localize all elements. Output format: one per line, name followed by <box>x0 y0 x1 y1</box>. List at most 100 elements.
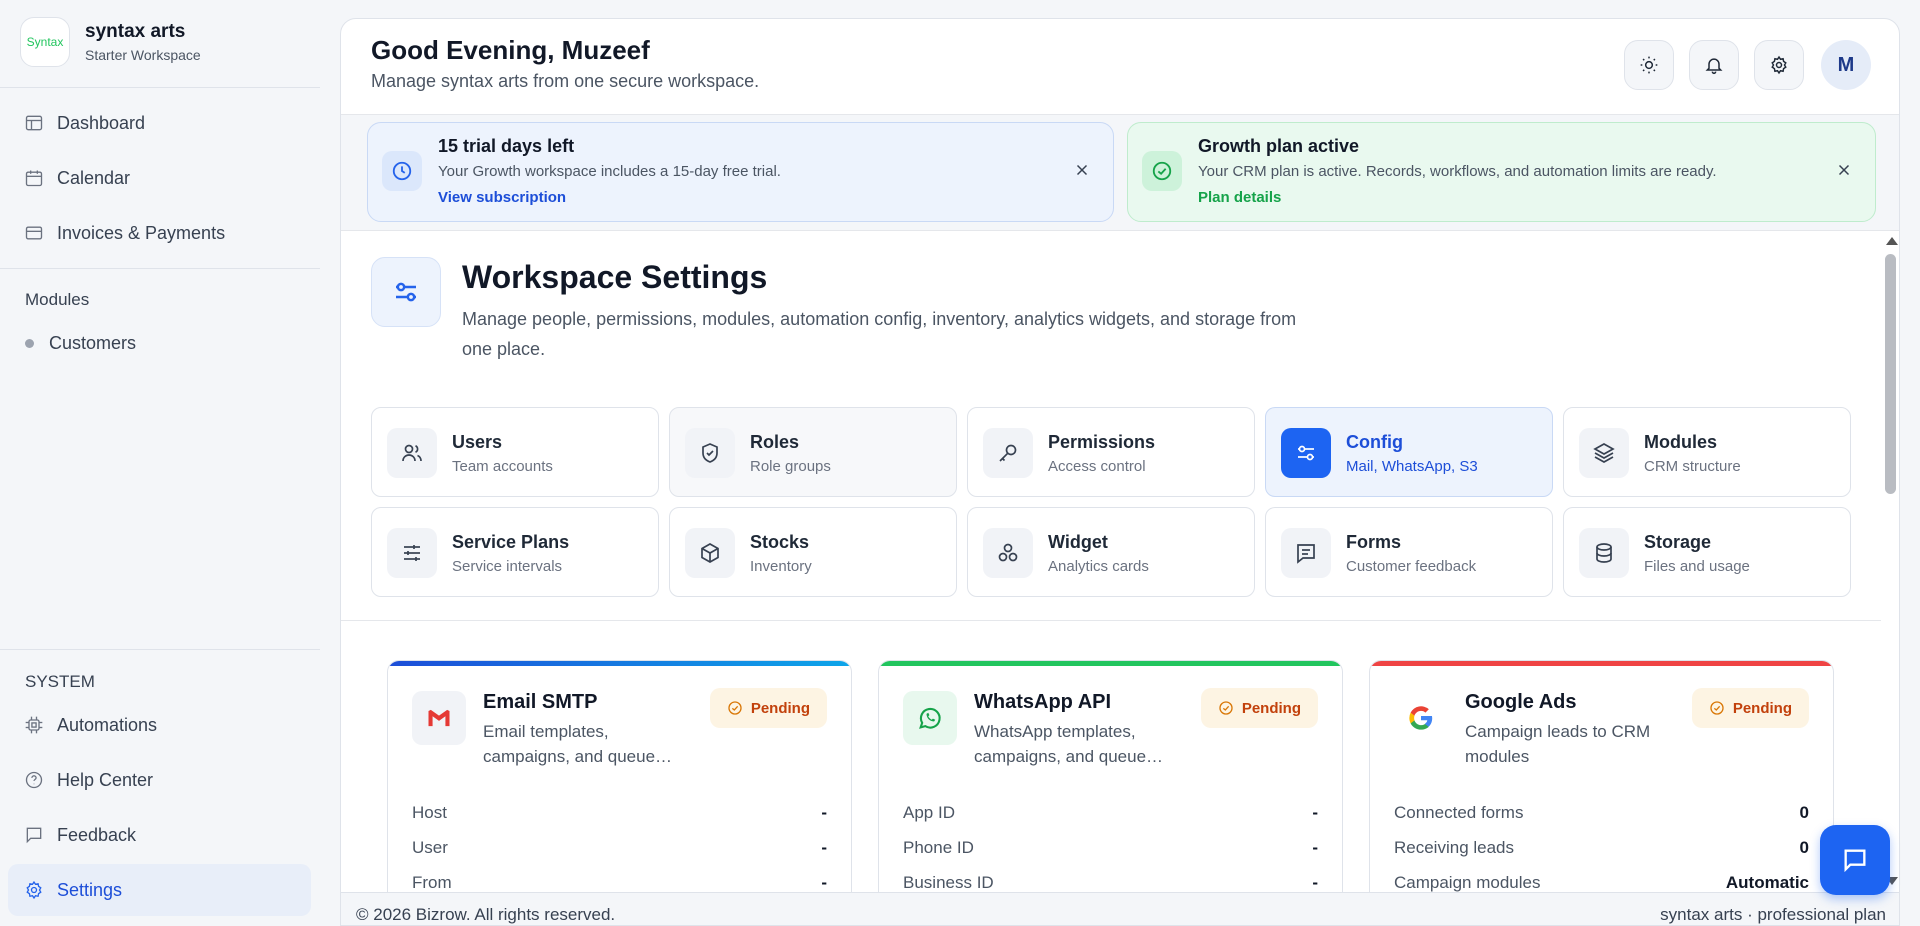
tile-subtitle: Access control <box>1048 458 1146 475</box>
card-row: Host - <box>412 803 827 822</box>
whatsapp-icon <box>903 691 957 745</box>
tile-title: Storage <box>1644 532 1712 552</box>
card-icon <box>24 223 44 243</box>
tile-roles[interactable]: Roles Role groups <box>669 407 957 497</box>
integration-card-email-smtp[interactable]: Email SMTP Email templates, campaigns, a… <box>387 660 852 892</box>
theme-toggle-button[interactable] <box>1624 40 1674 90</box>
tile-forms[interactable]: Forms Customer feedback <box>1265 507 1553 597</box>
tile-stocks[interactable]: Stocks Inventory <box>669 507 957 597</box>
tile-service-plans[interactable]: Service Plans Service intervals <box>371 507 659 597</box>
sidebar-divider <box>0 268 320 269</box>
user-avatar[interactable]: M <box>1821 40 1871 90</box>
scroll-up-arrow-icon[interactable] <box>1886 237 1898 245</box>
shield-icon <box>685 428 735 478</box>
section-divider <box>341 620 1881 621</box>
integration-card-google-ads[interactable]: Google Ads Campaign leads to CRM modules… <box>1369 660 1834 892</box>
banner-description: Your CRM plan is active. Records, workfl… <box>1198 163 1717 180</box>
sidebar-item-feedback[interactable]: Feedback <box>24 820 136 850</box>
page-subtitle: Manage syntax arts from one secure works… <box>371 71 760 91</box>
tile-permissions[interactable]: Permissions Access control <box>967 407 1255 497</box>
tile-subtitle: Team accounts <box>452 458 553 475</box>
close-icon[interactable] <box>1835 161 1853 179</box>
tile-modules[interactable]: Modules CRM structure <box>1563 407 1851 497</box>
sun-icon <box>1640 56 1658 74</box>
database-icon <box>1579 528 1629 578</box>
sidebar-item-customers[interactable]: Customers <box>25 333 136 354</box>
check-circle-icon <box>728 701 742 715</box>
card-row: Phone ID - <box>903 838 1318 857</box>
card-description: WhatsApp templates, campaigns, and queue… <box>974 722 1164 766</box>
tile-title: Roles <box>750 432 800 452</box>
card-row: From - <box>412 873 827 892</box>
sidebar-item-label: Dashboard <box>57 112 146 133</box>
trial-banner: 15 trial days left Your Growth workspace… <box>367 122 1114 222</box>
sidebar-item-automations[interactable]: Automations <box>24 710 157 740</box>
sidebar-item-label: Settings <box>57 879 123 900</box>
brand[interactable]: Syntax syntax arts Starter Workspace <box>20 17 201 67</box>
scrollbar[interactable] <box>1881 232 1899 892</box>
card-title: WhatsApp API <box>974 691 1112 713</box>
sidebar-divider <box>0 649 320 650</box>
status-badge: Pending <box>709 688 827 728</box>
tile-subtitle: Inventory <box>750 558 812 575</box>
bullet-icon <box>25 339 34 348</box>
main-panel: Good Evening, Muzeef Manage syntax arts … <box>340 18 1900 926</box>
sidebar-divider <box>0 87 320 88</box>
card-row: Receiving leads 0 <box>1394 838 1809 857</box>
sidebar-item-dashboard[interactable]: Dashboard <box>24 108 145 138</box>
sidebar-item-label: Help Center <box>57 769 154 790</box>
notifications-button[interactable] <box>1689 40 1739 90</box>
google-icon <box>1394 691 1448 745</box>
tile-title: Users <box>452 432 503 452</box>
copyright-text: © 2026 Bizrow. All rights reserved. <box>356 905 616 924</box>
sliders-icon <box>1281 428 1331 478</box>
sidebar: Syntax syntax arts Starter Workspace Das… <box>0 0 320 926</box>
calendar-icon <box>24 168 44 188</box>
sidebar-item-calendar[interactable]: Calendar <box>24 163 130 193</box>
tile-widget[interactable]: Widget Analytics cards <box>967 507 1255 597</box>
key-icon <box>983 428 1033 478</box>
cpu-icon <box>24 715 44 735</box>
tile-subtitle: Service intervals <box>452 558 563 575</box>
sidebar-item-invoices[interactable]: Invoices & Payments <box>24 218 225 248</box>
sidebar-item-settings[interactable]: Settings <box>24 875 122 905</box>
sidebar-item-help-center[interactable]: Help Center <box>24 765 153 795</box>
chat-support-button[interactable] <box>1820 825 1890 895</box>
workspace-plan: Starter Workspace <box>85 47 201 63</box>
check-circle-icon <box>1219 701 1233 715</box>
tile-storage[interactable]: Storage Files and usage <box>1563 507 1851 597</box>
close-icon[interactable] <box>1073 161 1091 179</box>
chat-icon <box>1844 849 1866 873</box>
card-accent-bar <box>1370 661 1833 666</box>
view-subscription-link[interactable]: View subscription <box>438 189 566 206</box>
tile-title: Widget <box>1048 532 1108 552</box>
users-icon <box>387 428 437 478</box>
tile-config[interactable]: Config Mail, WhatsApp, S3 <box>1265 407 1553 497</box>
sliders-icon <box>371 257 441 327</box>
settings-button[interactable] <box>1754 40 1804 90</box>
card-description: Campaign leads to CRM modules <box>1465 722 1651 766</box>
tile-subtitle: Files and usage <box>1644 558 1750 575</box>
tile-title: Forms <box>1346 532 1402 552</box>
help-icon <box>24 770 44 790</box>
form-icon <box>1281 528 1331 578</box>
tile-subtitle: Customer feedback <box>1346 558 1477 575</box>
card-row: User - <box>412 838 827 857</box>
tile-users[interactable]: Users Team accounts <box>371 407 659 497</box>
sidebar-item-label: Calendar <box>57 167 131 188</box>
brand-logo: Syntax <box>20 17 70 67</box>
banner-title: 15 trial days left <box>438 136 575 156</box>
plan-details-link[interactable]: Plan details <box>1198 189 1281 206</box>
plan-banner: Growth plan active Your CRM plan is acti… <box>1127 122 1876 222</box>
tune-icon <box>387 528 437 578</box>
modules-section-label: Modules <box>25 290 90 309</box>
integration-card-whatsapp-api[interactable]: WhatsApp API WhatsApp templates, campaig… <box>878 660 1343 892</box>
tile-subtitle: Role groups <box>750 458 831 475</box>
card-accent-bar <box>388 661 851 666</box>
card-row: Connected forms 0 <box>1394 803 1809 822</box>
sidebar-item-label: Customers <box>49 333 137 353</box>
box-icon <box>685 528 735 578</box>
tile-title: Permissions <box>1048 432 1156 452</box>
status-badge: Pending <box>1691 688 1809 728</box>
scroll-thumb[interactable] <box>1885 254 1896 494</box>
